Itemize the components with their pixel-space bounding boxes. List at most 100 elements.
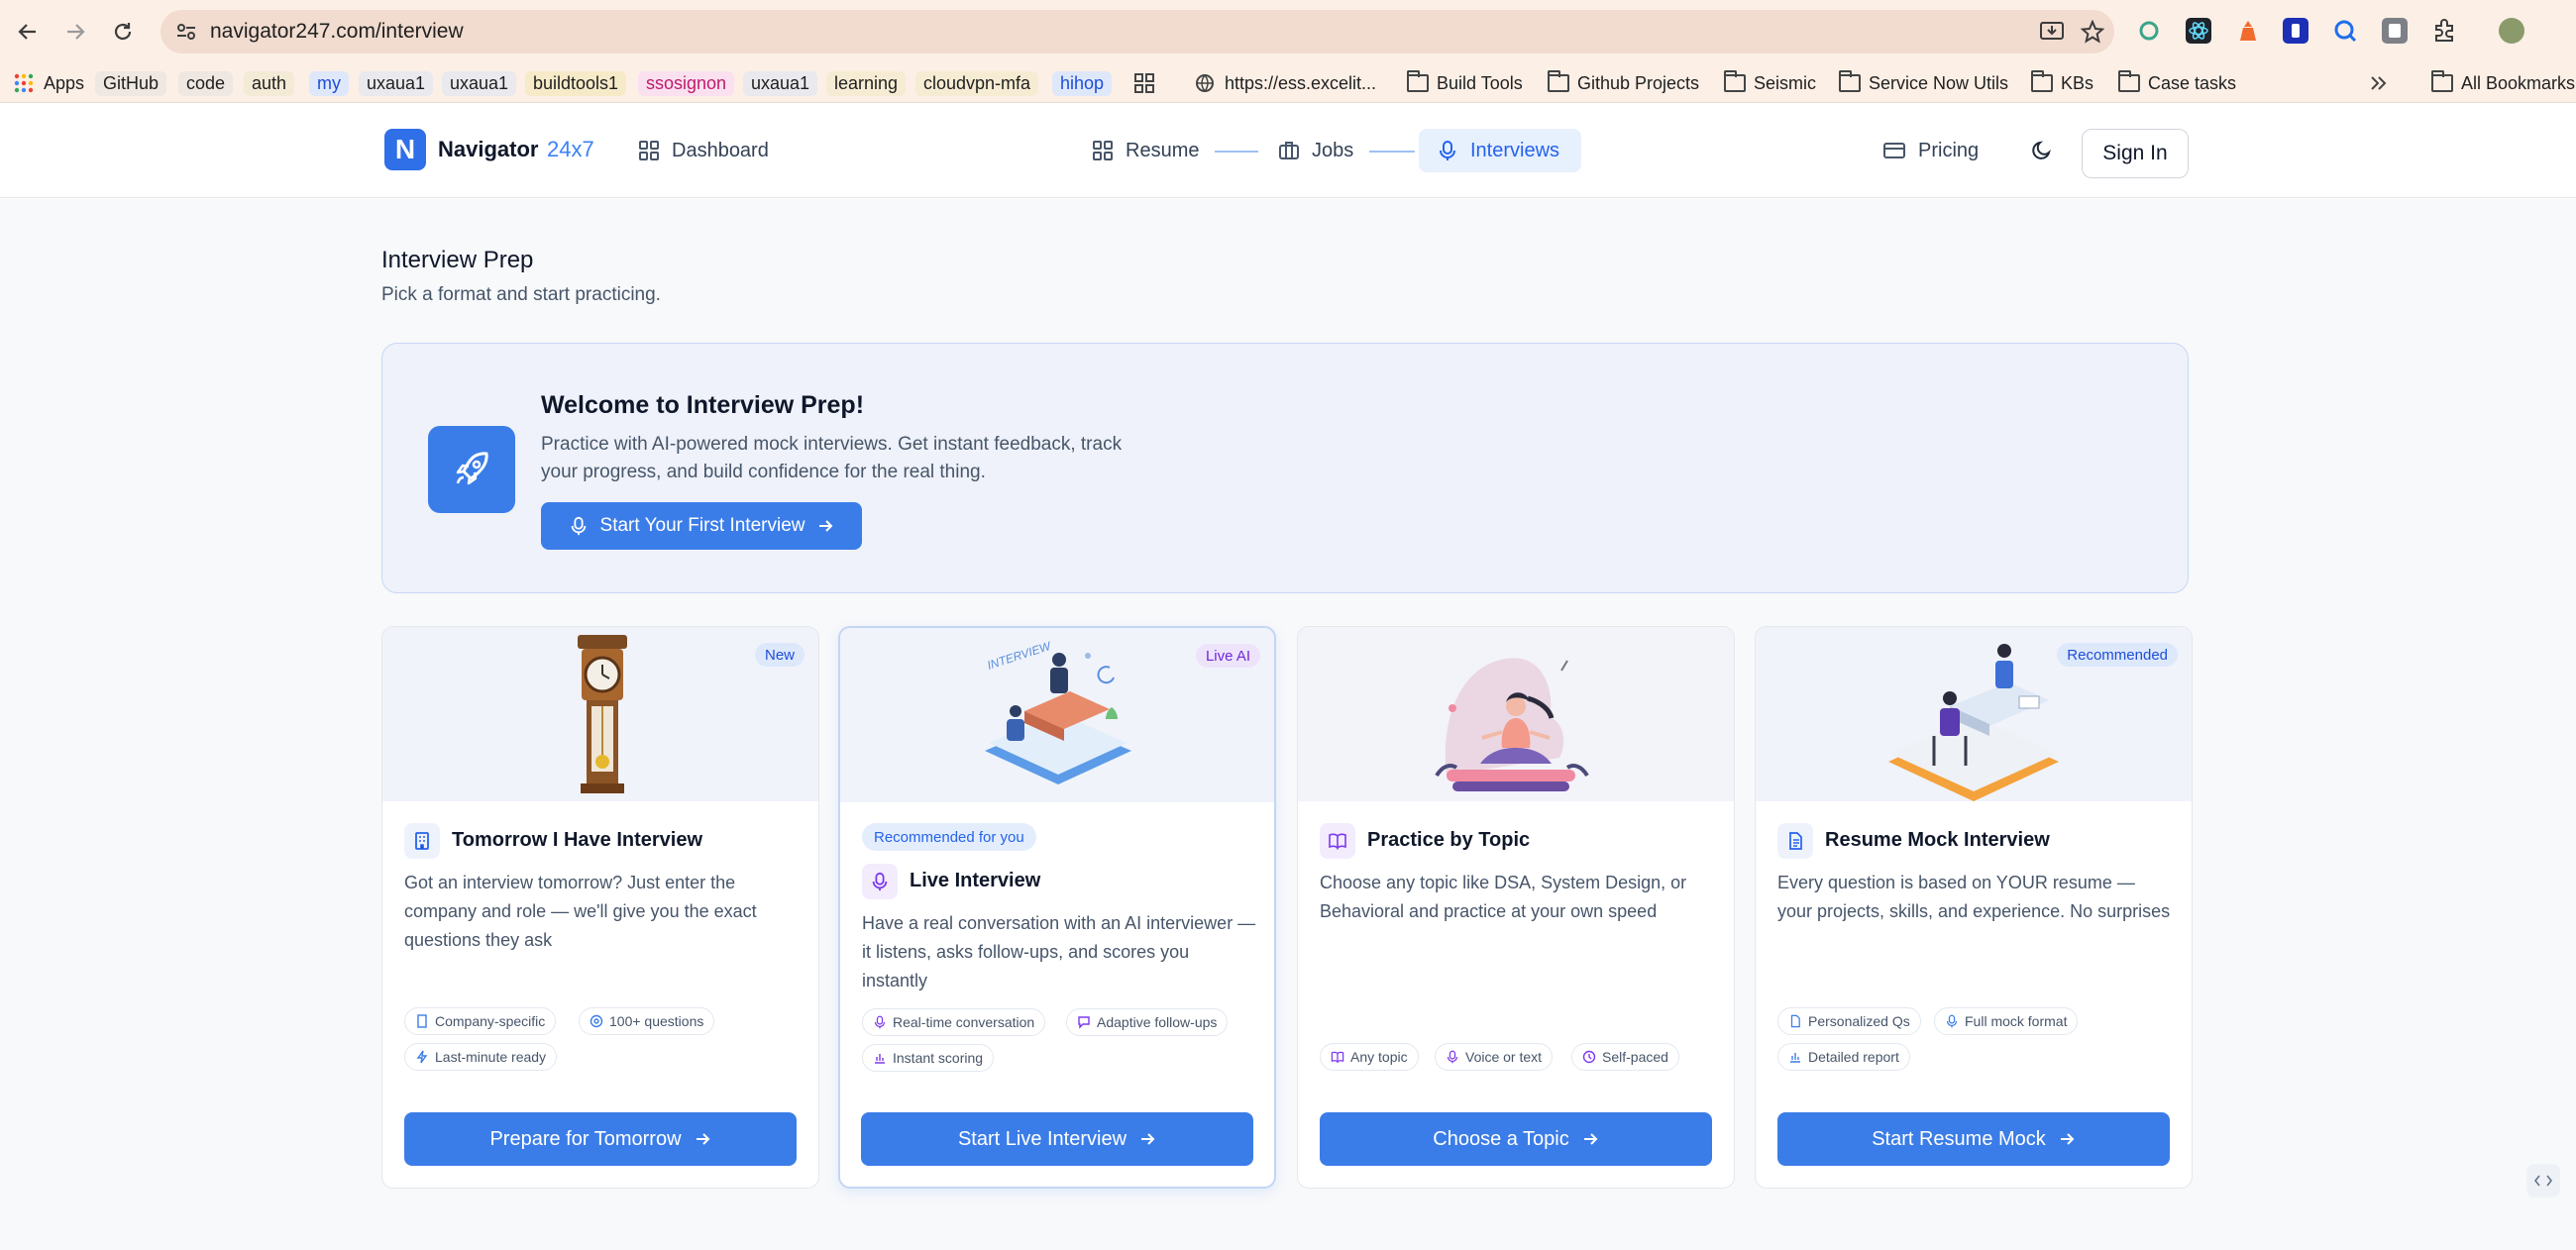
bookmark-folder-seismic[interactable]: Seismic [1724, 69, 1816, 97]
install-app-icon[interactable] [2039, 20, 2065, 44]
microphone-icon [1447, 1050, 1458, 1064]
folder-icon [1548, 70, 1569, 92]
url-text[interactable]: navigator247.com/interview [210, 10, 464, 53]
logo-name[interactable]: Navigator [438, 137, 538, 162]
forward-icon[interactable] [57, 14, 93, 50]
bookmark-folder-case-tasks[interactable]: Case tasks [2118, 69, 2236, 97]
recommended-pill: Recommended for you [862, 823, 1036, 851]
bookmark-my[interactable]: my [309, 69, 349, 97]
briefcase-icon [1279, 142, 1299, 159]
card-tomorrow-interview: New Tomorrow I Have Interview Got an int… [381, 626, 819, 1189]
document-icon [1790, 1014, 1800, 1028]
bookmark-folder-all[interactable]: All Bookmarks [2431, 69, 2575, 97]
building-icon [417, 1014, 427, 1028]
tag-full-mock: Full mock format [1934, 1007, 2079, 1035]
bookmark-hihop[interactable]: hihop [1052, 69, 1113, 97]
bookmark-uxaua1-a[interactable]: uxaua1 [359, 69, 434, 97]
logo-mark[interactable]: N [384, 129, 426, 170]
bookmarks-bar: Apps GitHub code auth my uxaua1 uxaua1 b… [0, 63, 2576, 103]
bookmark-grid-icon[interactable] [1133, 69, 1155, 97]
arrow-right-icon [696, 1133, 709, 1145]
side-panel-toggle-icon[interactable] [2526, 1164, 2560, 1198]
bookmarks-overflow-icon[interactable] [2368, 69, 2388, 97]
bookmark-folder-service-now[interactable]: Service Now Utils [1839, 69, 2008, 97]
extension-react-icon[interactable] [2186, 18, 2211, 44]
folder-icon [2118, 70, 2140, 92]
nav-pricing[interactable]: Pricing [1871, 129, 1990, 172]
folder-icon [1407, 70, 1429, 92]
chat-bubble-icon [1078, 1016, 1090, 1029]
welcome-title: Welcome to Interview Prep! [541, 391, 865, 419]
card-illustration-desk: INTERVIEW Live AI [840, 628, 1274, 802]
nav-jobs[interactable]: Jobs [1266, 129, 1365, 172]
extension-gray-icon[interactable] [2382, 18, 2408, 44]
choose-a-topic-button[interactable]: Choose a Topic [1320, 1112, 1712, 1166]
tag-questions: 100+ questions [579, 1007, 715, 1035]
bookmark-ssosignon[interactable]: ssosignon [638, 69, 735, 97]
theme-toggle-moon-icon[interactable] [2025, 129, 2071, 172]
extension-search-icon[interactable] [2332, 18, 2358, 44]
card-description: Have a real conversation with an AI inte… [862, 913, 1256, 990]
bookmark-uxaua1-c[interactable]: uxaua1 [743, 69, 818, 97]
bookmark-folder-kbs[interactable]: KBs [2031, 69, 2093, 97]
card-title: Practice by Topic [1367, 829, 1531, 851]
tag-voice-or-text: Voice or text [1435, 1043, 1554, 1071]
card-description: Choose any topic like DSA, System Design… [1320, 873, 1687, 921]
bookmark-code[interactable]: code [178, 69, 234, 97]
folder-icon [2431, 70, 2453, 92]
bookmark-apps[interactable]: Apps [14, 69, 84, 97]
address-bar[interactable]: navigator247.com/interview [161, 10, 2114, 53]
tag-personalized: Personalized Qs [1777, 1007, 1921, 1035]
reload-icon[interactable] [105, 14, 141, 50]
app-header: N Navigator 24x7 Dashboard Resume Jobs I… [0, 103, 2576, 198]
site-settings-icon[interactable] [174, 20, 198, 44]
start-live-interview-button[interactable]: Start Live Interview [861, 1112, 1253, 1166]
bookmark-learning[interactable]: learning [826, 69, 907, 97]
lightning-icon [416, 1050, 428, 1064]
bookmark-github[interactable]: GitHub [95, 69, 167, 97]
bookmark-folder-build-tools[interactable]: Build Tools [1407, 69, 1523, 97]
microphone-icon [862, 864, 898, 899]
microphone-icon [1440, 141, 1455, 160]
welcome-description: Practice with AI-powered mock interviews… [541, 434, 1123, 482]
tag-any-topic: Any topic [1320, 1043, 1419, 1071]
book-icon [1320, 823, 1355, 859]
status-badge: New [754, 643, 805, 667]
bookmark-buildtools1[interactable]: buildtools1 [525, 69, 627, 97]
bookmark-uxaua1-b[interactable]: uxaua1 [442, 69, 517, 97]
nav-dashboard[interactable]: Dashboard [626, 129, 781, 172]
extension-blue-icon[interactable] [2283, 18, 2308, 44]
extension-circle-icon[interactable] [2136, 18, 2162, 44]
rocket-icon [428, 426, 515, 513]
tag-company-specific: Company-specific [404, 1007, 557, 1035]
card-resume-mock-interview: Recommended Resume Mock Interview Every … [1755, 626, 2193, 1189]
sign-in-button[interactable]: Sign In [2082, 129, 2189, 178]
bookmark-folder-github-projects[interactable]: Github Projects [1548, 69, 1699, 97]
arrow-right-icon [2060, 1133, 2075, 1145]
microphone-icon [571, 516, 586, 536]
extensions-puzzle-icon[interactable] [2431, 18, 2457, 44]
tag-instant-scoring: Instant scoring [862, 1044, 995, 1072]
folder-icon [2031, 70, 2053, 92]
card-illustration-meditation [1298, 627, 1734, 801]
card-title: Tomorrow I Have Interview [452, 829, 703, 851]
arrow-right-icon [1141, 1133, 1155, 1145]
bookmark-ess[interactable]: https://ess.excelit... [1195, 69, 1376, 97]
card-practice-by-topic: Practice by Topic Choose any topic like … [1297, 626, 1735, 1189]
bookmark-star-icon[interactable] [2081, 20, 2106, 44]
nav-resume[interactable]: Resume [1080, 129, 1211, 172]
credit-card-icon [1883, 143, 1905, 158]
profile-avatar-icon[interactable] [2499, 18, 2524, 44]
start-resume-mock-button[interactable]: Start Resume Mock [1777, 1112, 2170, 1166]
bookmark-cloudvpn[interactable]: cloudvpn-mfa [915, 69, 1039, 97]
start-first-interview-button[interactable]: Start Your First Interview [541, 502, 862, 550]
prepare-for-tomorrow-button[interactable]: Prepare for Tomorrow [404, 1112, 797, 1166]
step-connector [1215, 151, 1258, 153]
bookmark-auth[interactable]: auth [244, 69, 295, 97]
back-icon[interactable] [10, 14, 46, 50]
globe-icon [1196, 74, 1214, 92]
nav-interviews[interactable]: Interviews [1419, 129, 1582, 172]
dashboard-grid-icon [639, 141, 659, 160]
microphone-icon [874, 1015, 886, 1029]
extension-orange-icon[interactable] [2235, 18, 2261, 44]
